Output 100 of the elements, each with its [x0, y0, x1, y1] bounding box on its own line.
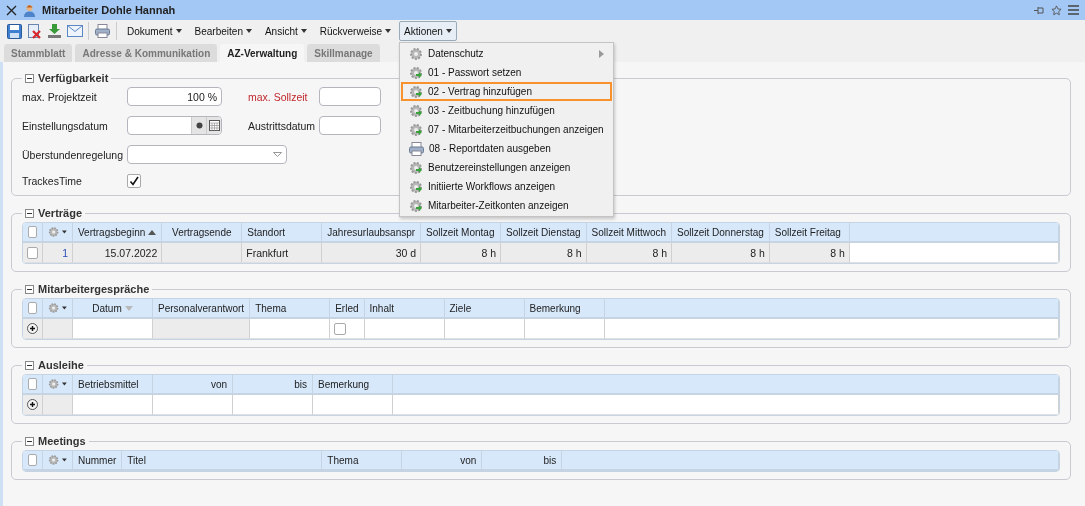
checkbox[interactable] — [127, 174, 141, 188]
input-field[interactable] — [319, 116, 382, 135]
date-field[interactable] — [127, 116, 222, 135]
column-menu-button[interactable] — [43, 223, 73, 243]
column-header[interactable]: Vertragsende — [162, 223, 243, 243]
table-cell[interactable] — [73, 319, 153, 339]
table-cell[interactable] — [73, 395, 153, 415]
column-header[interactable]: Nummer — [73, 451, 123, 471]
column-header[interactable]: Bemerkung — [524, 299, 605, 319]
column-header[interactable]: Sollzeit Montag — [421, 223, 502, 243]
column-header[interactable]: Personalverantwort — [153, 299, 251, 319]
select-all-checkbox[interactable] — [28, 454, 37, 466]
row-number-link[interactable]: 1 — [62, 246, 68, 259]
table-cell: 30 d — [322, 243, 422, 263]
caret-icon — [62, 230, 67, 234]
tab[interactable]: AZ-Verwaltung — [220, 44, 305, 62]
table-cell[interactable] — [153, 319, 251, 339]
column-header[interactable]: Sollzeit Dienstag — [501, 223, 587, 243]
table-cell[interactable] — [153, 395, 233, 415]
menu-icon[interactable] — [1068, 5, 1079, 15]
column-header[interactable]: Sollzeit Freitag — [769, 223, 850, 243]
collapse-icon[interactable] — [25, 73, 34, 83]
table-cell[interactable] — [233, 395, 313, 415]
collapse-icon[interactable] — [25, 436, 34, 446]
menu-button[interactable]: Dokument — [122, 21, 187, 41]
column-header[interactable]: Datum — [73, 299, 153, 319]
gear-icon — [48, 301, 60, 315]
menu-item[interactable]: Mitarbeiter-Zeitkonten anzeigen — [401, 196, 612, 215]
field-label: Einstellungsdatum — [22, 119, 109, 132]
column-header[interactable]: Titel — [122, 451, 323, 471]
dropdown-field[interactable] — [127, 145, 287, 164]
column-menu-button[interactable] — [43, 451, 73, 471]
close-icon[interactable] — [6, 4, 17, 16]
table-cell[interactable] — [364, 319, 445, 339]
column-header[interactable]: Thema — [250, 299, 331, 319]
column-header[interactable]: Sollzeit Mittwoch — [586, 223, 673, 243]
menu-item[interactable]: Benutzereinstellungen anzeigen — [401, 158, 612, 177]
gear-run-icon — [409, 122, 423, 137]
menu-button[interactable]: Ansicht — [259, 21, 312, 41]
row-checkbox[interactable] — [27, 246, 38, 259]
add-row-icon[interactable] — [27, 399, 38, 410]
menu-button[interactable]: Bearbeiten — [189, 21, 257, 41]
checkbox[interactable] — [334, 322, 347, 335]
mail-icon[interactable] — [66, 22, 83, 40]
column-header[interactable]: Bemerkung — [313, 375, 393, 395]
menu-item[interactable]: Initiierte Workflows anzeigen — [401, 177, 612, 196]
field-label: Überstundenregelung — [22, 148, 123, 161]
select-all-checkbox[interactable] — [28, 226, 37, 238]
column-header[interactable]: von — [153, 375, 233, 395]
table-cell[interactable] — [313, 395, 393, 415]
column-header[interactable]: Vertragsbeginn — [73, 223, 163, 243]
collapse-icon[interactable] — [25, 360, 34, 370]
column-header[interactable]: Erled — [330, 299, 365, 319]
menu-item[interactable]: Datenschutz — [401, 44, 612, 63]
column-header[interactable]: von — [402, 451, 483, 471]
collapse-icon[interactable] — [25, 208, 34, 218]
column-header[interactable]: Sollzeit Donnerstag — [672, 223, 770, 243]
column-header[interactable]: bis — [233, 375, 313, 395]
column-header[interactable]: Inhalt — [364, 299, 445, 319]
column-menu-button[interactable] — [43, 375, 73, 395]
menu-button[interactable]: Rückverweise — [314, 21, 396, 41]
input-field[interactable]: 100 % — [127, 87, 222, 106]
menu-item[interactable]: 03 - Zeitbuchung hinzufügen — [401, 101, 612, 120]
checkmark-icon — [129, 176, 139, 186]
table-cell: Frankfurt — [242, 243, 323, 263]
section-title: Verträge — [38, 207, 83, 219]
menu-item[interactable]: 08 - Reportdaten ausgeben — [401, 139, 612, 158]
menu-button[interactable]: Aktionen — [399, 21, 457, 41]
menu-item[interactable]: 07 - Mitarbeiterzeitbuchungen anzeigen — [401, 120, 612, 139]
star-icon[interactable] — [1051, 4, 1062, 16]
delete-icon[interactable] — [26, 22, 43, 40]
gear-icon — [48, 377, 60, 391]
download-icon[interactable] — [46, 22, 63, 40]
gear-icon — [409, 46, 423, 61]
menu-item[interactable]: 01 - Passwort setzen — [401, 63, 612, 82]
table-cell[interactable] — [250, 319, 331, 339]
person-icon — [23, 3, 36, 17]
table-cell[interactable] — [330, 319, 365, 339]
field-label: Austrittsdatum — [248, 119, 316, 132]
column-header[interactable]: Thema — [322, 451, 403, 471]
column-header[interactable]: Ziele — [444, 299, 525, 319]
collapse-icon[interactable] — [25, 284, 34, 294]
input-field[interactable] — [319, 87, 382, 106]
column-menu-button[interactable] — [43, 299, 73, 319]
menu-item[interactable]: 02 - Vertrag hinzufügen — [401, 82, 612, 101]
select-all-checkbox[interactable] — [28, 302, 37, 314]
gear-run-icon — [409, 65, 423, 80]
column-header[interactable]: Betriebsmittel — [73, 375, 153, 395]
add-row-icon[interactable] — [27, 323, 38, 334]
column-header[interactable]: Standort — [242, 223, 323, 243]
table-cell: 15.07.2022 — [73, 243, 163, 263]
column-header[interactable]: bis — [482, 451, 563, 471]
table-cell[interactable] — [444, 319, 525, 339]
select-all-checkbox[interactable] — [28, 378, 37, 390]
pin-icon[interactable] — [1033, 4, 1045, 16]
table-cell[interactable] — [524, 319, 605, 339]
gear-run-icon — [409, 103, 423, 118]
print-button[interactable] — [94, 22, 111, 40]
column-header[interactable]: Jahresurlaubsanspr — [322, 223, 422, 243]
save-icon[interactable] — [6, 22, 23, 40]
